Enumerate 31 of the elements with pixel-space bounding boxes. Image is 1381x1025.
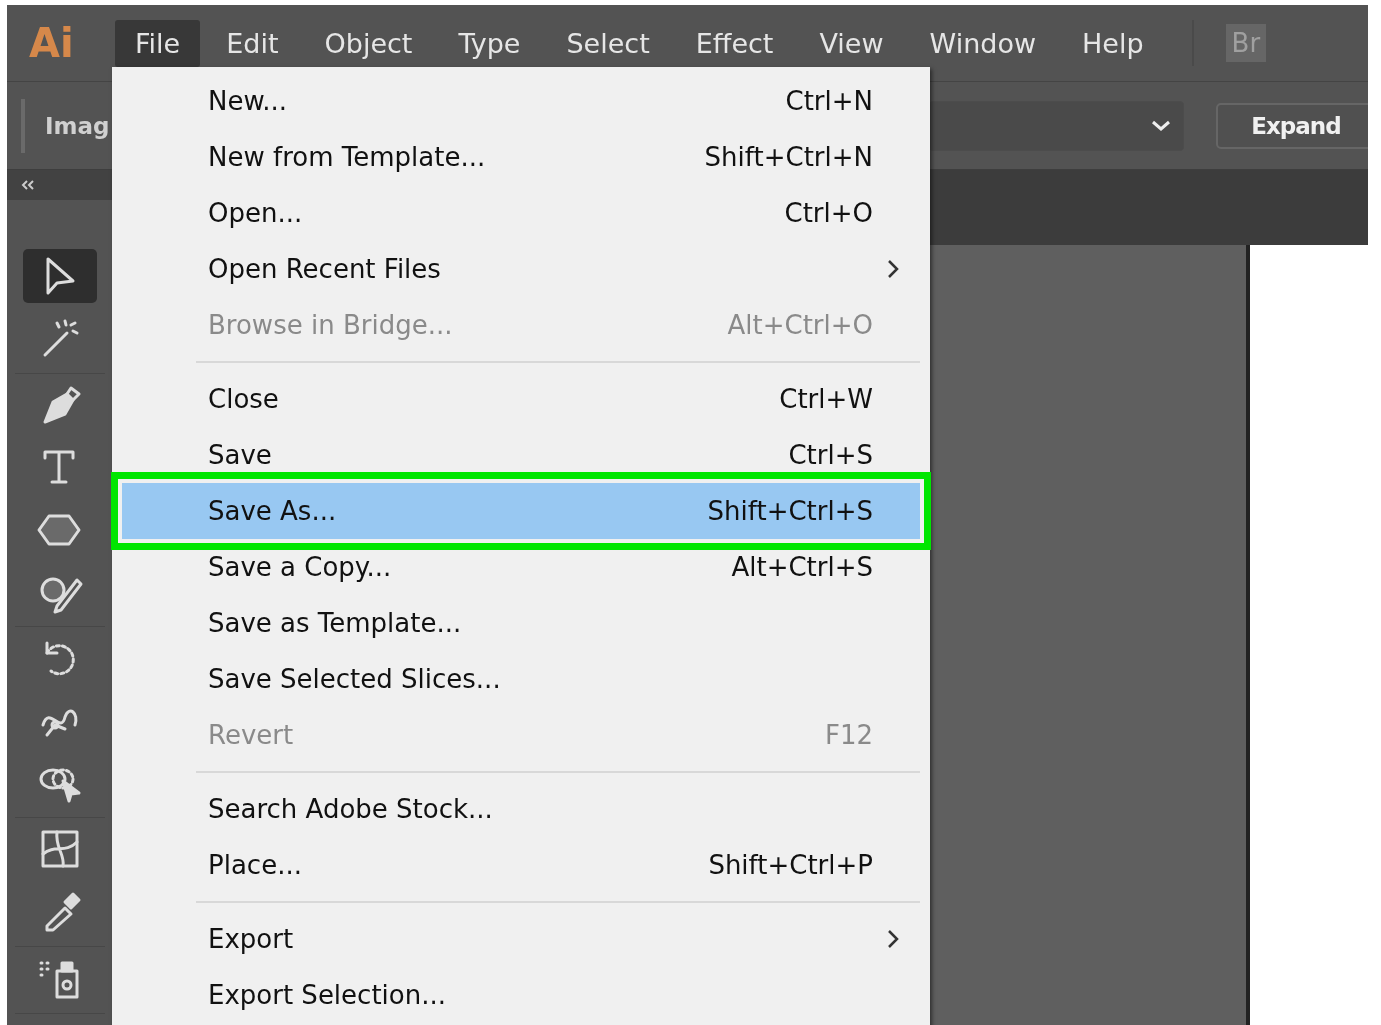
chevron-down-icon	[1151, 119, 1171, 132]
control-label: Imag	[45, 112, 110, 139]
chevron-right-icon	[887, 929, 899, 949]
menu-item[interactable]: New... Ctrl+N	[122, 73, 920, 129]
menu-item[interactable]: Save as Template...	[122, 595, 920, 651]
menu-item[interactable]: File	[115, 19, 201, 67]
menu-item[interactable]: Help	[1062, 19, 1164, 67]
app-logo: Ai	[29, 20, 75, 66]
menu-item[interactable]: Export Selection...	[122, 967, 920, 1023]
menu-item[interactable]: View	[799, 19, 904, 67]
menu-item[interactable]: Open... Ctrl+O	[122, 185, 920, 241]
menu-item[interactable]: Save Ctrl+S	[122, 427, 920, 483]
menu-item[interactable]: Close Ctrl+W	[122, 371, 920, 427]
menu-item[interactable]: Save As... Shift+Ctrl+S	[122, 483, 920, 539]
menu-item[interactable]: New from Template... Shift+Ctrl+N	[122, 129, 920, 185]
menu-item[interactable]: Place... Shift+Ctrl+P	[122, 837, 920, 893]
menu-item[interactable]: Open Recent Files	[122, 241, 920, 297]
collapse-icon[interactable]	[21, 180, 35, 190]
menu-item[interactable]: Select	[546, 19, 670, 67]
menu-item[interactable]: Export	[122, 911, 920, 967]
menu-item[interactable]: Object	[304, 19, 433, 67]
menu-item[interactable]: Edit	[206, 19, 299, 67]
menu-item[interactable]: Search Adobe Stock...	[122, 781, 920, 837]
menu-item[interactable]: Type	[438, 19, 541, 67]
menu-item[interactable]: Save Selected Slices...	[122, 651, 920, 707]
chevron-right-icon	[887, 259, 899, 279]
menu-item[interactable]: Effect	[675, 19, 794, 67]
selection-tool[interactable]	[22, 249, 97, 303]
menu-item[interactable]: Window	[909, 19, 1056, 67]
expand-button[interactable]: Expand	[1216, 102, 1368, 149]
menu-item[interactable]: Save a Copy... Alt+Ctrl+S	[122, 539, 920, 595]
